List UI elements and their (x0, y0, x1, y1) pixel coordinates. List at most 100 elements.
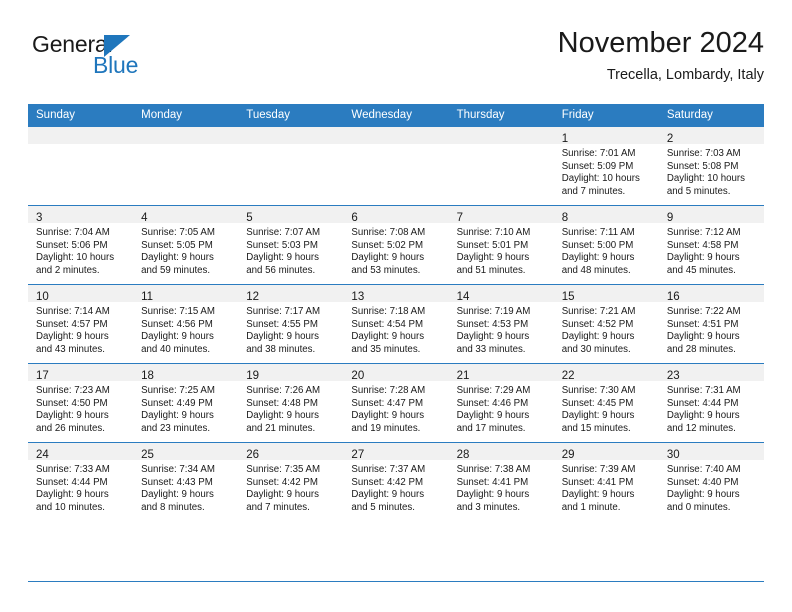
daylight-text-line2: and 17 minutes. (456, 422, 526, 434)
day-number-band: 15 (553, 285, 659, 303)
sunset-text: Sunset: 4:42 PM (246, 476, 318, 488)
daylight-text-line2: and 7 minutes. (246, 501, 310, 513)
sunrise-text: Sunrise: 7:34 AM (141, 464, 215, 475)
day-number-band: 14 (448, 285, 554, 303)
sunset-text: Sunset: 4:49 PM (141, 397, 213, 409)
day-number-band: 16 (658, 285, 764, 303)
day-number-band: 6 (343, 206, 449, 224)
calendar-day-cell[interactable]: 27 Sunrise: 7:37 AM Sunset: 4:42 PM Dayligh… (343, 442, 449, 521)
day-number-band: 3 (28, 206, 134, 224)
daylight-text-line1: Daylight: 9 hours (561, 410, 635, 422)
calendar-day-cell[interactable]: 3 Sunrise: 7:04 AM Sunset: 5:06 PM Daylight… (28, 205, 134, 285)
sunrise-text: Sunrise: 7:10 AM (456, 227, 531, 238)
day-details: Sunrise: 7:22 AM Sunset: 4:51 PM Daylight:… (659, 302, 764, 356)
calendar-day-cell[interactable]: 16 Sunrise: 7:22 AM Sunset: 4:51 PM Dayligh… (658, 284, 764, 364)
sunrise-text: Sunrise: 7:05 AM (141, 227, 215, 238)
calendar-day-cell[interactable]: 21 Sunrise: 7:29 AM Sunset: 4:46 PM Dayligh… (448, 363, 554, 443)
daylight-text-line2: and 38 minutes. (246, 343, 316, 355)
daylight-text-line1: Daylight: 9 hours (666, 489, 740, 501)
sunset-text: Sunset: 5:08 PM (666, 160, 739, 172)
daylight-text-line1: Daylight: 9 hours (246, 252, 319, 264)
calendar-day-cell[interactable]: 11 Sunrise: 7:15 AM Sunset: 4:56 PM Dayligh… (133, 284, 239, 364)
daylight-text-line2: and 28 minutes. (666, 343, 736, 355)
day-number-band: 1 (553, 127, 659, 145)
day-number-band: 26 (238, 443, 344, 461)
day-number-band: 22 (553, 364, 659, 382)
day-number: 1 (561, 133, 569, 145)
day-number: 15 (561, 291, 575, 303)
calendar-day-cell[interactable]: 29 Sunrise: 7:39 AM Sunset: 4:41 PM Dayligh… (553, 442, 659, 521)
sunrise-text: Sunrise: 7:31 AM (666, 385, 741, 396)
calendar-week-row: 24 Sunrise: 7:33 AM Sunset: 4:44 PM Dayligh… (28, 442, 764, 521)
daylight-text-line1: Daylight: 9 hours (456, 331, 530, 343)
day-details: Sunrise: 7:28 AM Sunset: 4:47 PM Daylight:… (343, 381, 448, 435)
daylight-text-line1: Daylight: 9 hours (456, 252, 530, 264)
daylight-text-line2: and 8 minutes. (141, 501, 205, 513)
day-details: Sunrise: 7:12 AM Sunset: 4:58 PM Daylight:… (659, 223, 764, 277)
day-details: Sunrise: 7:31 AM Sunset: 4:44 PM Daylight:… (659, 381, 764, 435)
sunset-text: Sunset: 5:06 PM (36, 239, 108, 251)
calendar-week-row: 3 Sunrise: 7:04 AM Sunset: 5:06 PM Daylight… (28, 205, 764, 285)
daylight-text-line1: Daylight: 9 hours (36, 410, 109, 422)
calendar-day-cell[interactable]: 30 Sunrise: 7:40 AM Sunset: 4:40 PM Dayligh… (658, 442, 764, 521)
day-number-band (28, 127, 134, 144)
calendar-day-cell[interactable]: 4 Sunrise: 7:05 AM Sunset: 5:05 PM Daylight… (133, 205, 239, 285)
daylight-text-line2: and 10 minutes. (36, 501, 105, 513)
day-number-band: 20 (343, 364, 449, 382)
calendar-day-cell[interactable]: 24 Sunrise: 7:33 AM Sunset: 4:44 PM Dayligh… (28, 442, 134, 521)
calendar-day-cell[interactable]: 13 Sunrise: 7:18 AM Sunset: 4:54 PM Dayligh… (343, 284, 449, 364)
day-number-band (133, 127, 239, 144)
day-number: 28 (456, 449, 470, 461)
sunset-text: Sunset: 5:01 PM (456, 239, 529, 251)
calendar-day-cell[interactable]: 15 Sunrise: 7:21 AM Sunset: 4:52 PM Dayligh… (553, 284, 659, 364)
day-details: Sunrise: 7:17 AM Sunset: 4:55 PM Daylight:… (238, 302, 343, 356)
page-title: November 2024 (557, 27, 764, 59)
day-number: 7 (456, 212, 463, 224)
calendar-day-cell[interactable]: 9 Sunrise: 7:12 AM Sunset: 4:58 PM Daylight… (658, 205, 764, 285)
calendar-day-cell[interactable]: 23 Sunrise: 7:31 AM Sunset: 4:44 PM Dayligh… (658, 363, 764, 443)
day-number: 27 (351, 449, 365, 461)
day-number-band: 21 (448, 364, 554, 382)
sunset-text: Sunset: 4:46 PM (456, 397, 529, 409)
day-number-band: 29 (553, 443, 659, 461)
calendar-day-cell[interactable]: 10 Sunrise: 7:14 AM Sunset: 4:57 PM Dayligh… (28, 284, 134, 364)
day-details: Sunrise: 7:33 AM Sunset: 4:44 PM Daylight:… (28, 460, 133, 514)
calendar-day-cell[interactable]: 17 Sunrise: 7:23 AM Sunset: 4:50 PM Dayligh… (28, 363, 134, 443)
calendar-header-row: Sunday Monday Tuesday Wednesday Thursday… (28, 104, 764, 127)
calendar-day-cell[interactable]: 19 Sunrise: 7:26 AM Sunset: 4:48 PM Dayligh… (238, 363, 344, 443)
calendar-day-cell[interactable]: 6 Sunrise: 7:08 AM Sunset: 5:02 PM Daylight… (343, 205, 449, 285)
calendar-day-cell[interactable]: 20 Sunrise: 7:28 AM Sunset: 4:47 PM Dayligh… (343, 363, 449, 443)
day-number: 24 (36, 449, 49, 461)
calendar-day-cell[interactable]: 7 Sunrise: 7:10 AM Sunset: 5:01 PM Daylight… (448, 205, 554, 285)
calendar-day-cell[interactable]: 18 Sunrise: 7:25 AM Sunset: 4:49 PM Dayligh… (133, 363, 239, 443)
daylight-text-line2: and 26 minutes. (36, 422, 105, 434)
calendar-day-cell[interactable]: 14 Sunrise: 7:19 AM Sunset: 4:53 PM Dayligh… (448, 284, 554, 364)
day-number: 29 (561, 449, 575, 461)
calendar-day-cell[interactable]: 8 Sunrise: 7:11 AM Sunset: 5:00 PM Daylight… (553, 205, 659, 285)
daylight-text-line1: Daylight: 9 hours (351, 489, 425, 501)
title-block: November 2024 Trecella, Lombardy, Italy (558, 26, 764, 85)
daylight-text-line2: and 48 minutes. (561, 264, 631, 276)
daylight-text-line2: and 59 minutes. (141, 264, 211, 276)
sunrise-text: Sunrise: 7:11 AM (561, 227, 635, 238)
daylight-text-line1: Daylight: 9 hours (246, 410, 319, 422)
daylight-text-line1: Daylight: 9 hours (561, 331, 635, 343)
day-number: 19 (246, 370, 260, 382)
calendar-day-cell[interactable]: 25 Sunrise: 7:34 AM Sunset: 4:43 PM Dayligh… (133, 442, 239, 521)
calendar-day-cell[interactable]: 2 Sunrise: 7:03 AM Sunset: 5:08 PM Daylight… (658, 126, 764, 206)
weekday-header-thursday: Thursday (448, 104, 554, 127)
day-number-band: 19 (238, 364, 344, 382)
day-number-band (448, 127, 554, 144)
sunset-text: Sunset: 4:40 PM (666, 476, 739, 488)
daylight-text-line1: Daylight: 9 hours (666, 331, 740, 343)
calendar-day-cell[interactable]: 12 Sunrise: 7:17 AM Sunset: 4:55 PM Dayligh… (238, 284, 344, 364)
calendar-page: General Blue November 2024 Trecella, Lom… (0, 0, 792, 612)
daylight-text-line2: and 2 minutes. (36, 264, 100, 276)
page-subtitle: Trecella, Lombardy, Italy (606, 67, 764, 83)
calendar-day-cell[interactable]: 22 Sunrise: 7:30 AM Sunset: 4:45 PM Dayligh… (553, 363, 659, 443)
calendar-day-cell[interactable]: 5 Sunrise: 7:07 AM Sunset: 5:03 PM Daylight… (238, 205, 344, 285)
calendar-day-cell[interactable]: 1 Sunrise: 7:01 AM Sunset: 5:09 PM Daylight… (553, 126, 659, 206)
day-number: 17 (36, 370, 49, 382)
calendar-day-cell[interactable]: 28 Sunrise: 7:38 AM Sunset: 4:41 PM Dayligh… (448, 442, 554, 521)
calendar-day-cell[interactable]: 26 Sunrise: 7:35 AM Sunset: 4:42 PM Dayligh… (238, 442, 344, 521)
